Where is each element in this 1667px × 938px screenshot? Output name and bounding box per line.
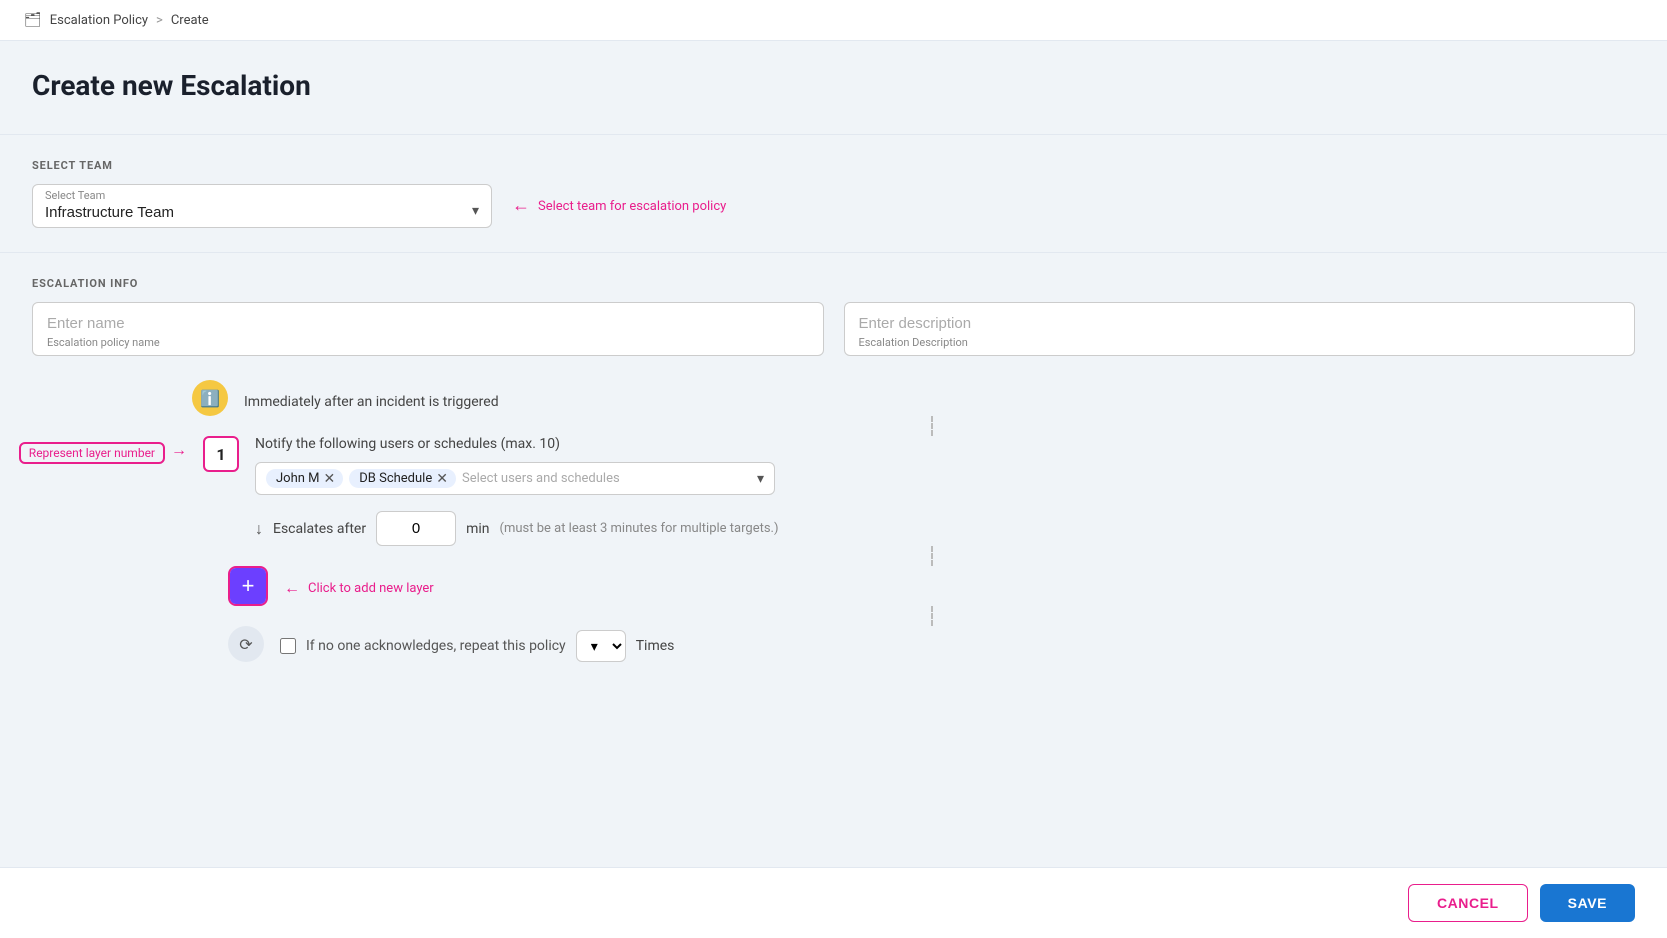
tag-db-schedule-label: DB Schedule: [359, 471, 432, 486]
trigger-icon: ℹ️: [192, 380, 228, 416]
team-select-label: Select Team: [45, 189, 479, 202]
layer-row: Represent layer number → 1 Notify the fo…: [32, 436, 1635, 546]
select-team-label: SELECT TEAM: [32, 159, 1635, 172]
dashed-line-2: [931, 546, 933, 566]
flow-connector-dashed3: [228, 606, 1635, 626]
layer-annotation-arrow-icon: →: [171, 440, 187, 460]
repeat-checkbox[interactable]: [280, 638, 296, 654]
escalation-info-label: ESCALATION INFO: [32, 277, 1635, 290]
tags-placeholder: Select users and schedules: [462, 471, 751, 486]
page-title: Create new Escalation: [32, 69, 1635, 102]
save-button[interactable]: SAVE: [1540, 884, 1635, 922]
dashed-line-3: [931, 606, 933, 626]
add-layer-button[interactable]: +: [230, 568, 266, 604]
repeat-content: If no one acknowledges, repeat this poli…: [280, 626, 674, 662]
layer-content: Notify the following users or schedules …: [255, 436, 1635, 546]
escalates-down-icon: ↓: [255, 519, 263, 539]
repeat-icon: ⟳: [228, 626, 264, 662]
escalation-flow: ℹ️ Immediately after an incident is trig…: [32, 380, 1635, 662]
escalates-input[interactable]: [376, 511, 456, 546]
info-fields: Escalation policy name Escalation Descri…: [32, 302, 1635, 356]
escalates-row: ↓ Escalates after min (must be at least …: [255, 511, 1635, 546]
repeat-times-select[interactable]: ▾: [576, 630, 626, 662]
tag-db-schedule: DB Schedule ✕: [349, 469, 456, 488]
repeat-row: ⟳ If no one acknowledges, repeat this po…: [32, 626, 1635, 662]
name-field-wrapper: Escalation policy name: [32, 302, 824, 356]
flow-connector-dashed2: [228, 546, 1635, 566]
plus-icon: +: [242, 573, 255, 599]
layer-notify-text: Notify the following users or schedules …: [255, 436, 1635, 452]
team-annotation: ← Select team for escalation policy: [512, 197, 726, 215]
tag-john-m-remove[interactable]: ✕: [324, 472, 336, 486]
page-container: 🗂 Escalation Policy > Create Create new …: [0, 0, 1667, 938]
add-layer-row: + ← Click to add new layer: [228, 566, 1635, 606]
tag-john-m-label: John M: [276, 471, 320, 486]
breadcrumb-current: Create: [171, 13, 209, 28]
repeat-times-label: Times: [636, 638, 675, 654]
annotation-arrow-icon: ←: [512, 197, 530, 215]
trigger-text: Immediately after an incident is trigger…: [244, 386, 499, 410]
trigger-row: ℹ️ Immediately after an incident is trig…: [192, 380, 1635, 416]
add-layer-arrow-icon: ←: [284, 578, 300, 598]
name-hint: Escalation policy name: [47, 336, 809, 349]
breadcrumb-separator: >: [156, 13, 163, 28]
escalation-info-section: ESCALATION INFO Escalation policy name E…: [32, 253, 1635, 356]
tags-dropdown[interactable]: John M ✕ DB Schedule ✕ Select users and …: [255, 462, 775, 495]
layer-number: 1: [216, 445, 225, 464]
repeat-icon-wrapper: ⟳: [228, 626, 264, 662]
tag-db-schedule-remove[interactable]: ✕: [436, 472, 448, 486]
layer-annotation-col: Represent layer number →: [32, 436, 187, 464]
breadcrumb-parent[interactable]: Escalation Policy: [50, 13, 148, 28]
team-select-wrapper[interactable]: Select Team Infrastructure Team ▾: [32, 184, 492, 228]
description-hint: Escalation Description: [859, 336, 1621, 349]
team-annotation-text: Select team for escalation policy: [538, 199, 726, 214]
tag-john-m: John M ✕: [266, 469, 343, 488]
team-select[interactable]: Infrastructure Team: [45, 204, 479, 221]
dashed-line-1: [931, 416, 933, 436]
name-input[interactable]: [47, 315, 809, 332]
escalates-note: (must be at least 3 minutes for multiple…: [500, 521, 779, 536]
layer-annotation-text: Represent layer number: [29, 446, 155, 460]
escalates-label: Escalates after: [273, 521, 366, 537]
tags-chevron-icon: ▾: [757, 471, 764, 487]
escalation-policy-icon: 🗂: [24, 12, 42, 28]
main-content: Create new Escalation SELECT TEAM Select…: [0, 41, 1667, 742]
description-input[interactable]: [859, 315, 1621, 332]
add-layer-annotation: ← Click to add new layer: [284, 578, 434, 598]
layer-number-box: 1: [203, 436, 239, 472]
select-team-row: Select Team Infrastructure Team ▾ ← Sele…: [32, 184, 1635, 228]
add-layer-btn-border: +: [228, 566, 268, 606]
bottom-bar: CANCEL SAVE: [0, 867, 1667, 938]
cancel-button[interactable]: CANCEL: [1408, 884, 1528, 922]
add-layer-annotation-text: Click to add new layer: [308, 581, 434, 596]
escalates-unit: min: [466, 521, 489, 537]
layer-annotation-box: Represent layer number: [19, 442, 165, 464]
repeat-text: If no one acknowledges, repeat this poli…: [306, 638, 566, 654]
select-team-section: SELECT TEAM Select Team Infrastructure T…: [32, 135, 1635, 228]
flow-connector-dashed1: [228, 416, 1635, 436]
breadcrumb-bar: 🗂 Escalation Policy > Create: [0, 0, 1667, 41]
layer-annotation-wrapper: Represent layer number →: [19, 436, 187, 464]
description-field-wrapper: Escalation Description: [844, 302, 1636, 356]
